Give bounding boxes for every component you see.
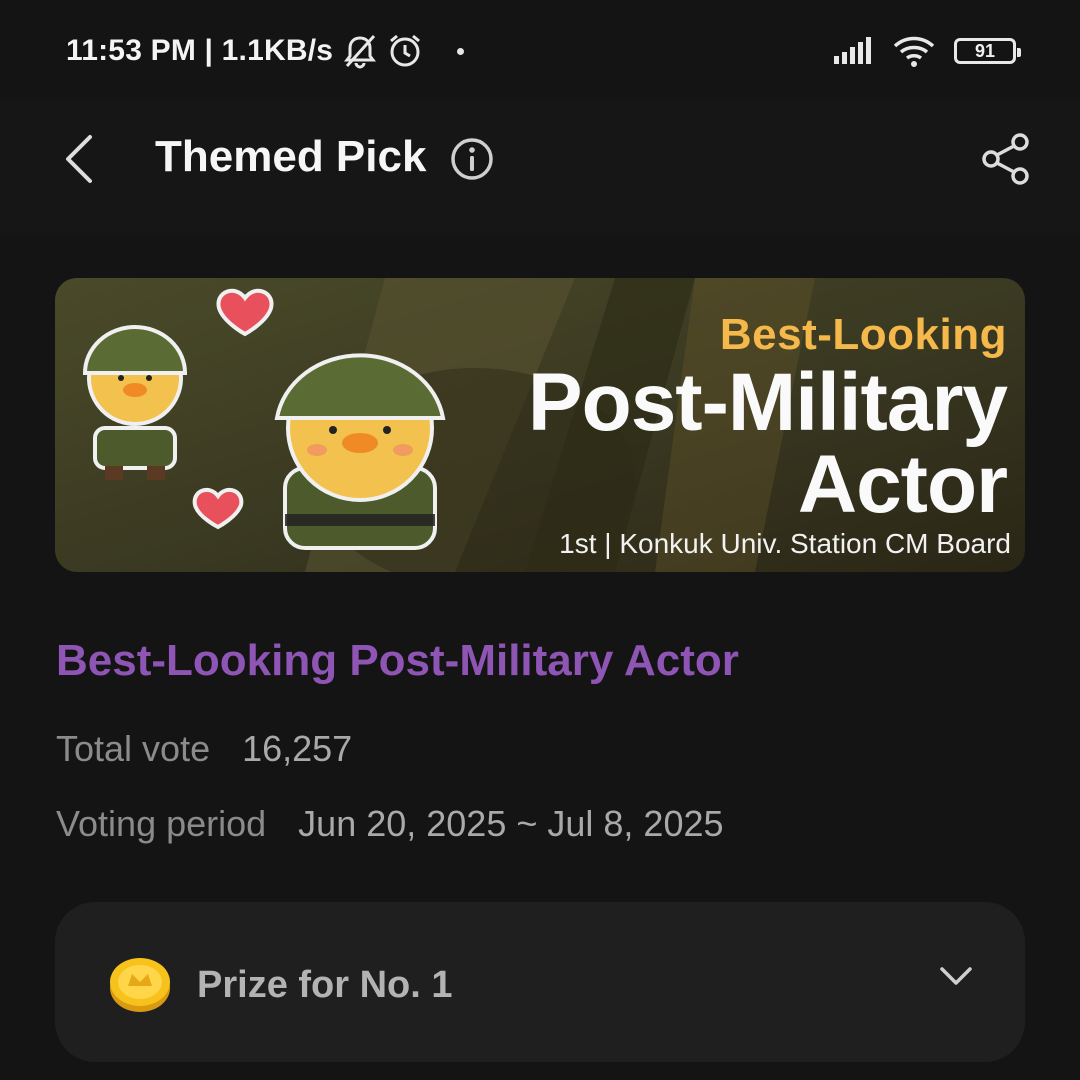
info-button[interactable] [448,135,496,183]
info-icon [451,138,493,180]
wifi-icon [892,34,936,68]
banner-subtitle: Best-Looking [719,310,1007,359]
share-icon [982,133,1029,185]
back-icon [66,135,92,183]
status-bar: 11:53 PM | 1.1KB/s 91 [0,0,1080,100]
signal-icon [832,36,874,66]
prize-label: Prize for No. 1 [197,964,453,1006]
status-right: 91 [832,30,1021,72]
voting-period-label: Voting period [56,803,267,844]
vote-banner[interactable]: Best-Looking Post-Military Actor 1st | K… [55,278,1025,572]
page-title: Themed Pick [155,132,427,181]
status-time-speed: 11:53 PM | 1.1KB/s [66,34,334,67]
total-vote-row: Total vote 16,257 [56,728,352,770]
app-header: Themed Pick [0,100,1080,235]
share-button[interactable] [975,128,1037,190]
back-button[interactable] [52,124,106,194]
banner-title-line1: Post-Military [527,357,1008,448]
total-vote-value: 16,257 [242,728,353,769]
prize-card[interactable]: Prize for No. 1 [55,902,1025,1062]
coin-icon [107,952,173,1019]
duck-soldier-small [82,325,188,480]
vote-title: Best-Looking Post-Military Actor [56,636,739,685]
voting-period-value: Jun 20, 2025 ~ Jul 8, 2025 [298,803,724,844]
duck-soldier-large [274,353,446,550]
banner-title-line2: Actor [797,439,1008,530]
bell-off-icon [343,33,377,69]
battery-icon: 91 [954,38,1021,64]
alarm-icon [387,33,423,69]
voting-period-row: Voting period Jun 20, 2025 ~ Jul 8, 2025 [56,803,724,845]
chevron-down-icon[interactable] [939,966,973,993]
banner-footer: 1st | Konkuk Univ. Station CM Board [559,528,1011,559]
status-left: 11:53 PM | 1.1KB/s [66,30,465,72]
battery-level: 91 [974,40,996,61]
banner-text: Best-Looking Post-Military Actor [527,310,1008,530]
total-vote-label: Total vote [56,728,211,769]
notification-dot [457,47,465,55]
